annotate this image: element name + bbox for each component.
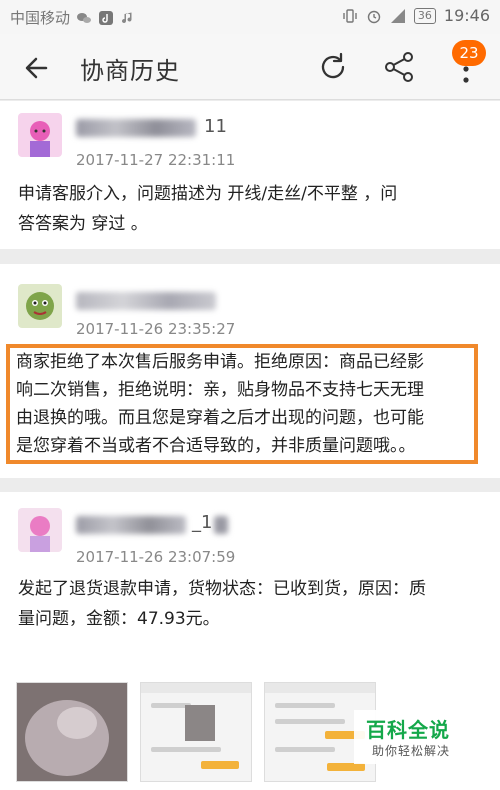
message-line: 量问题，金额：47.93元。 <box>18 609 220 629</box>
timestamp: 2017-11-26 23:35:27 <box>76 320 236 338</box>
battery-indicator: 36 <box>413 7 436 24</box>
message-line: 由退换的哦。而且您是穿着之后才出现的问题，也可能 <box>16 408 424 428</box>
message-line: 发起了退货退款申请，货物状态：已收到货，原因：质 <box>18 579 426 599</box>
user-name-blurred <box>76 119 196 137</box>
user-name-blurred <box>76 516 186 534</box>
signal-icon <box>390 8 405 23</box>
avatar <box>18 284 62 328</box>
back-icon[interactable] <box>18 50 54 86</box>
user-name-suffix: 11 <box>204 116 227 137</box>
timestamp: 2017-11-27 22:31:11 <box>76 151 236 169</box>
page-title: 协商历史 <box>80 57 180 85</box>
user-name-suffix: _1 <box>192 512 213 533</box>
music-icon <box>122 12 132 23</box>
watermark-logo: 百科全说 助你轻松解决 <box>354 710 466 764</box>
notification-badge: 23 <box>452 40 486 66</box>
avatar <box>18 113 62 157</box>
share-icon[interactable] <box>382 50 416 84</box>
carrier-label: 中国移动 <box>10 9 71 27</box>
refresh-icon[interactable] <box>316 50 350 84</box>
message-text: 申请客服介入，问题描述为 开线/走丝/不平整 ，问 答答案为 穿过 。 <box>18 179 488 239</box>
status-bar: 中国移动 36 19:46 <box>0 0 500 34</box>
avatar <box>18 508 62 552</box>
attachment-image[interactable] <box>16 682 128 782</box>
user-name-blurred <box>214 516 228 534</box>
message-text: 商家拒绝了本次售后服务申请。拒绝原因：商品已经影 响二次销售，拒绝说明：亲，贴身… <box>16 348 484 460</box>
message-line: 是您穿着不当或者不合适导致的，并非质量问题哦。。 <box>16 436 416 456</box>
timestamp: 2017-11-26 23:07:59 <box>76 548 236 566</box>
tiktok-icon <box>99 10 114 25</box>
app-bar: 协商历史 23 <box>0 34 500 100</box>
watermark-title: 百科全说 <box>366 718 450 742</box>
user-name-blurred <box>76 292 216 310</box>
message-line: 响二次销售，拒绝说明：亲，贴身物品不支持七天无理 <box>16 380 424 400</box>
history-entry: 11 2017-11-27 22:31:11 申请客服介入，问题描述为 开线/走… <box>0 101 500 249</box>
history-entry: 2017-11-26 23:35:27 商家拒绝了本次售后服务申请。拒绝原因：商… <box>0 264 500 478</box>
attachment-image[interactable] <box>140 682 252 782</box>
message-line: 答答案为 穿过 。 <box>18 214 148 234</box>
message-line: 商家拒绝了本次售后服务申请。拒绝原因：商品已经影 <box>16 352 424 372</box>
alarm-icon <box>367 10 381 23</box>
clock: 19:46 <box>443 6 490 25</box>
message-line: 申请客服介入，问题描述为 开线/走丝/不平整 ，问 <box>18 184 398 204</box>
wechat-icon <box>77 12 92 23</box>
message-text: 发起了退货退款申请，货物状态：已收到货，原因：质 量问题，金额：47.93元。 <box>18 574 488 634</box>
watermark-subtitle: 助你轻松解决 <box>372 744 451 758</box>
vibrate-icon <box>343 8 357 23</box>
